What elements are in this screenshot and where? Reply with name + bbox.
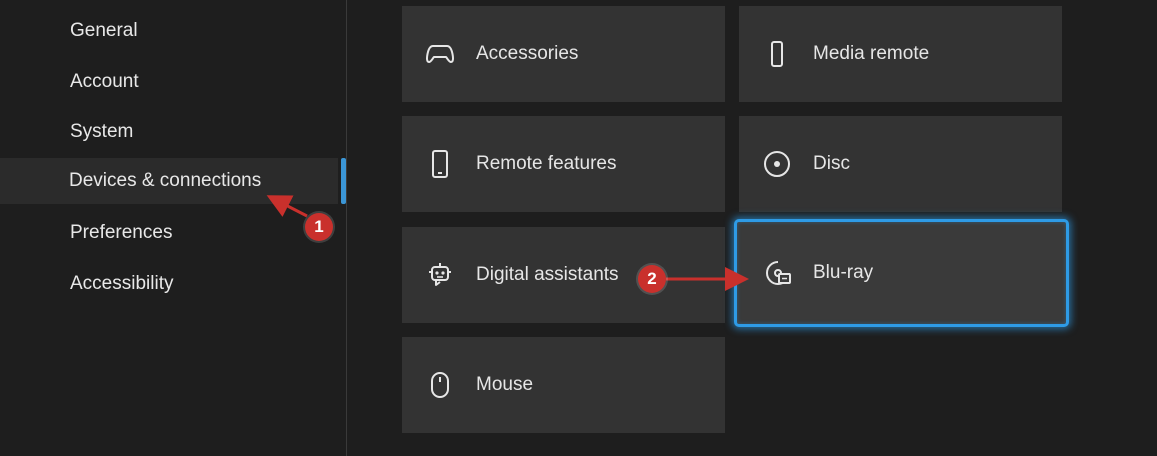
sidebar-item-account[interactable]: Account — [0, 59, 338, 105]
sidebar-item-label: Accessibility — [70, 273, 174, 294]
sidebar: General Account System Devices & connect… — [0, 0, 347, 456]
sidebar-item-label: Preferences — [70, 222, 173, 243]
step-badge-1: 1 — [305, 213, 333, 241]
tile-label: Blu-ray — [813, 262, 874, 283]
sidebar-item-accessibility[interactable]: Accessibility — [0, 261, 338, 307]
tile-mouse[interactable]: Mouse — [402, 337, 725, 433]
sidebar-item-label: Account — [70, 71, 139, 92]
tile-digital-assistants[interactable]: Digital assistants — [402, 227, 725, 323]
remote-icon — [763, 40, 791, 68]
tile-label: Remote features — [476, 153, 617, 174]
gamepad-icon — [426, 40, 454, 68]
sidebar-item-label: System — [70, 121, 134, 142]
disc-icon — [763, 150, 791, 178]
tile-accessories[interactable]: Accessories — [402, 6, 725, 102]
sidebar-item-preferences[interactable]: Preferences — [0, 210, 338, 256]
settings-screen: General Account System Devices & connect… — [0, 0, 1157, 456]
sidebar-item-label: General — [70, 20, 138, 41]
sidebar-item-devices-connections[interactable]: Devices & connections — [0, 158, 338, 204]
tile-label: Disc — [813, 153, 850, 174]
step-badge-2: 2 — [638, 265, 666, 293]
tile-label: Mouse — [476, 374, 534, 395]
tile-blu-ray[interactable]: Blu-ray — [734, 219, 1069, 327]
mouse-icon — [426, 371, 454, 399]
tile-label: Accessories — [476, 43, 579, 64]
tile-label: Media remote — [813, 43, 930, 64]
phone-icon — [426, 150, 454, 178]
tile-media-remote[interactable]: Media remote — [739, 6, 1062, 102]
sidebar-item-label: Devices & connections — [69, 170, 262, 191]
assistant-icon — [426, 261, 454, 289]
sidebar-item-system[interactable]: System — [0, 109, 338, 155]
tile-remote-features[interactable]: Remote features — [402, 116, 725, 212]
bluray-icon — [764, 259, 792, 287]
sidebar-divider — [346, 0, 347, 456]
tile-disc[interactable]: Disc — [739, 116, 1062, 212]
sidebar-item-general[interactable]: General — [0, 8, 338, 54]
tile-label: Digital assistants — [476, 264, 619, 285]
